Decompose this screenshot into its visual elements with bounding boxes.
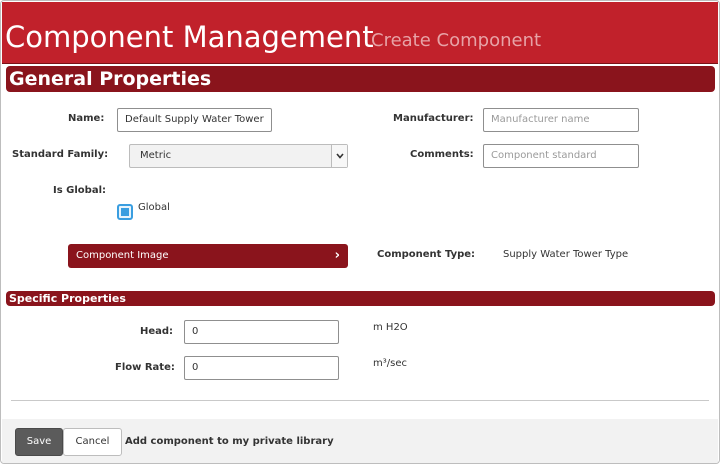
header-bar: Component Management Create Component	[2, 2, 718, 64]
global-checkbox[interactable]	[117, 204, 133, 220]
comments-label: Comments:	[410, 149, 474, 160]
component-image-button[interactable]: Component Image ›	[68, 244, 348, 268]
save-button[interactable]: Save	[15, 428, 63, 456]
page-title: Component Management	[5, 20, 374, 54]
page-subtitle: Create Component	[371, 30, 542, 51]
general-properties-header: General Properties	[6, 66, 715, 92]
manufacturer-label: Manufacturer:	[393, 113, 474, 124]
private-library-option[interactable]: Add component to my private library	[125, 436, 334, 447]
name-input[interactable]: Default Supply Water Tower	[117, 108, 272, 132]
footer-divider	[11, 400, 709, 401]
head-input[interactable]: 0	[184, 320, 339, 344]
specific-properties-header: Specific Properties	[6, 291, 715, 306]
checkbox-check-indicator	[121, 208, 129, 216]
standard-family-select[interactable]: Metric	[129, 144, 348, 168]
flow-rate-input[interactable]: 0	[184, 356, 339, 380]
chevron-right-icon: ›	[334, 248, 340, 263]
chevron-down-icon[interactable]	[331, 145, 347, 167]
global-checkbox-label[interactable]: Global	[138, 202, 170, 213]
head-unit: m H2O	[373, 322, 408, 333]
comments-input[interactable]: Component standard	[483, 144, 639, 168]
is-global-label: Is Global:	[53, 185, 106, 196]
head-label: Head:	[140, 326, 174, 337]
standard-family-label: Standard Family:	[12, 149, 109, 160]
flow-rate-unit: m³/sec	[373, 358, 407, 369]
component-type-value: Supply Water Tower Type	[503, 249, 629, 260]
component-management-window: Component Management Create Component Ge…	[0, 0, 720, 464]
component-image-label: Component Image	[76, 250, 169, 261]
cancel-button[interactable]: Cancel	[63, 428, 122, 456]
manufacturer-input[interactable]: Manufacturer name	[483, 108, 639, 132]
name-label: Name:	[68, 113, 105, 124]
component-type-label: Component Type:	[377, 249, 476, 260]
flow-rate-label: Flow Rate:	[115, 362, 175, 373]
standard-family-value: Metric	[140, 150, 172, 161]
